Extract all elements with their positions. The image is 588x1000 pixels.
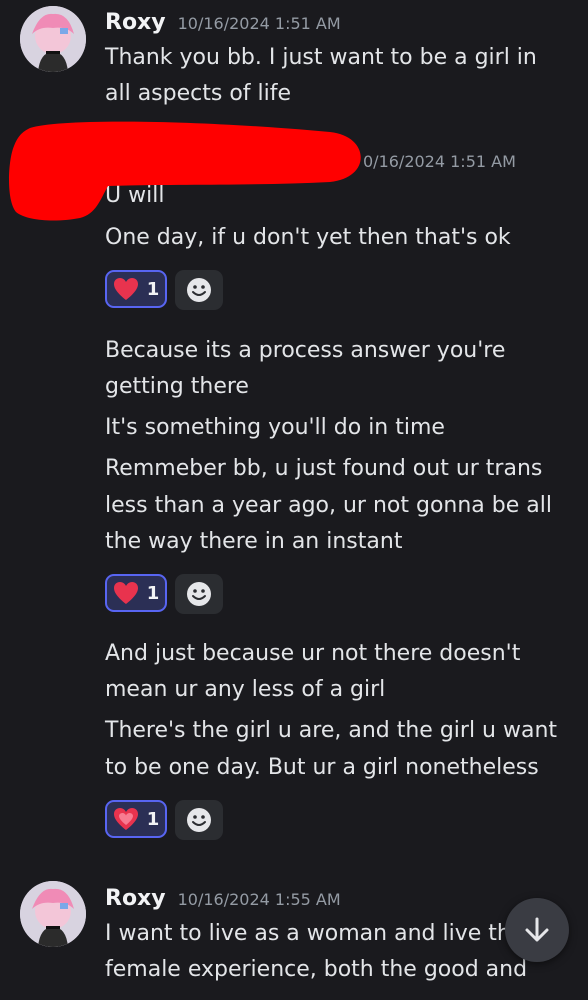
- reaction-heart[interactable]: 1: [105, 574, 167, 612]
- reaction-count: 1: [146, 582, 160, 604]
- heart-icon: [113, 278, 138, 300]
- add-reaction-button[interactable]: [175, 574, 223, 614]
- reaction-count: 1: [146, 808, 160, 830]
- smile-icon: [187, 278, 211, 302]
- username[interactable]: Roxy: [105, 10, 166, 35]
- arrow-down-icon: [525, 917, 549, 942]
- heart-icon: [113, 808, 138, 830]
- message-text: One day, if u don't yet then that's ok: [105, 225, 511, 250]
- message-text: the way there in an instant: [105, 529, 403, 554]
- smile-icon: [187, 582, 211, 606]
- heart-icon: [113, 582, 138, 604]
- timestamp: 10/16/2024 1:55 AM: [177, 890, 341, 909]
- message-text: mean ur any less of a girl: [105, 677, 386, 702]
- message-text: getting there: [105, 374, 249, 399]
- reaction-bar: 1: [105, 800, 223, 840]
- reaction-bar: 1: [105, 270, 223, 310]
- add-reaction-button[interactable]: [175, 270, 223, 310]
- timestamp: 10/16/2024 1:51 AM: [177, 14, 341, 33]
- add-reaction-button[interactable]: [175, 800, 223, 840]
- timestamp: 0/16/2024 1:51 AM: [363, 152, 516, 171]
- scroll-to-bottom-button[interactable]: [505, 898, 569, 962]
- message-text: And just because ur not there doesn't: [105, 641, 521, 666]
- reaction-heart[interactable]: 1: [105, 800, 167, 838]
- reaction-count: 1: [146, 278, 160, 300]
- message-header: Roxy 10/16/2024 1:55 AM: [105, 886, 341, 911]
- avatar[interactable]: [20, 881, 86, 947]
- message-text: less than a year ago, ur not gonna be al…: [105, 493, 552, 518]
- message-text: It's something you'll do in time: [105, 415, 445, 440]
- smile-icon: [187, 808, 211, 832]
- message-header: Roxy 10/16/2024 1:51 AM: [105, 10, 341, 35]
- reaction-bar: 1: [105, 574, 223, 614]
- message-text: Thank you bb. I just want to be a girl i…: [105, 45, 537, 70]
- message-header: 0/16/2024 1:51 AM: [363, 152, 516, 171]
- message-text: all aspects of life: [105, 81, 292, 106]
- username[interactable]: Roxy: [105, 886, 166, 911]
- avatar[interactable]: [20, 6, 86, 72]
- message-text: female experience, both the good and: [105, 957, 528, 982]
- reaction-heart[interactable]: 1: [105, 270, 167, 308]
- message-text: U will: [105, 183, 165, 208]
- message-text: to be one day. But ur a girl nonetheless: [105, 755, 539, 780]
- message-text: Remmeber bb, u just found out ur trans: [105, 456, 543, 481]
- message-text: There's the girl u are, and the girl u w…: [105, 718, 558, 743]
- message-text: Because its a process answer you're: [105, 338, 506, 363]
